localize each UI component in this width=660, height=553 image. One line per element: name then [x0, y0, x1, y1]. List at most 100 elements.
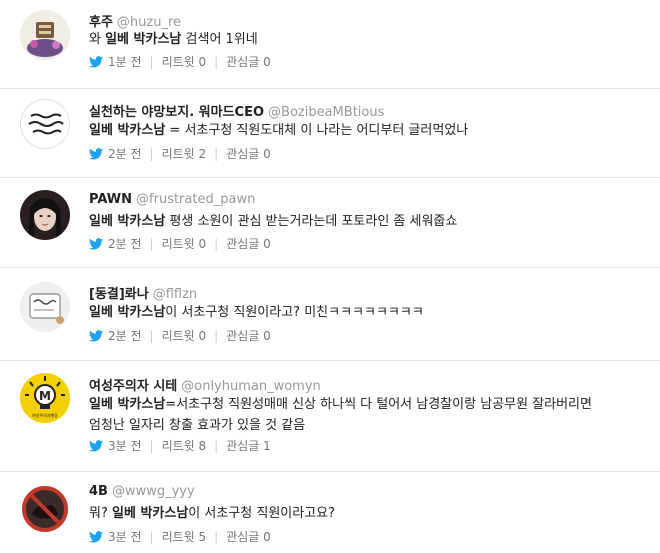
separator: | — [149, 236, 154, 251]
tweet-text: 일베 박카스남이 서초구청 직원이라고? 미친ㅋㅋㅋㅋㅋㅋㅋㅋ — [89, 302, 649, 323]
author-handle[interactable]: @wwwg_yyy — [112, 484, 195, 499]
tweet-item[interactable]: M 여성주의자행동 여성주의자 시테 @onlyhuman_womyn 일베 박카… — [0, 361, 660, 471]
favorite-count[interactable]: 관심글 0 — [226, 327, 271, 344]
tweet-item[interactable]: 실천하는 야망보지. 워마드CEO @BozibeaMBtious 일베 박카스남… — [0, 89, 660, 177]
tweet-meta: 3분 전 | 리트윗 8 | 관심글 1 — [89, 437, 271, 454]
tweet-text-pre: 와 — [89, 32, 106, 47]
separator: | — [214, 146, 219, 161]
avatar-caption: 여성주의자행동 — [32, 412, 58, 418]
tweet-meta: 2분 전 | 리트윗 2 | 관심글 0 — [89, 145, 271, 162]
avatar-image — [20, 190, 70, 240]
tweet-text: 일베 박카스남 = 서초구청 직원도대체 이 나라는 어디부터 글러먹었나 — [89, 120, 649, 141]
tweet-text-post: 이 서초구청 직원이라고? 미친ㅋㅋㅋㅋㅋㅋㅋㅋ — [165, 305, 424, 320]
author-handle[interactable]: @frustrated_pawn — [136, 192, 255, 207]
author-handle[interactable]: @BozibeaMBtious — [268, 105, 384, 120]
tweet-meta: 3분 전 | 리트윗 5 | 관심글 0 — [89, 528, 271, 545]
timestamp[interactable]: 3분 전 — [108, 528, 142, 545]
separator: | — [214, 236, 219, 251]
avatar[interactable] — [20, 282, 70, 332]
twitter-bird-icon — [89, 329, 103, 342]
tweet-header: 후주 @huzu_re — [89, 11, 181, 30]
author-name[interactable]: 실천하는 야망보지. 워마드CEO — [89, 105, 264, 120]
author-name[interactable]: [동결]롸나 — [89, 287, 149, 302]
tweet-header: [동결]롸나 @flflzn — [89, 283, 197, 302]
tweet-item[interactable]: [동결]롸나 @flflzn 일베 박카스남이 서초구청 직원이라고? 미친ㅋㅋㅋ… — [0, 268, 660, 360]
twitter-bird-icon — [89, 439, 103, 452]
avatar[interactable] — [20, 99, 70, 149]
separator: | — [149, 54, 154, 69]
tweet-text-post: 검색어 1위네 — [181, 32, 258, 47]
separator: | — [149, 328, 154, 343]
search-keyword: 일베 박카스남 — [89, 123, 166, 138]
tweet-feed: 후주 @huzu_re 와 일베 박카스남 검색어 1위네 1분 전 | 리트윗 … — [0, 0, 660, 553]
tweet-text: 와 일베 박카스남 검색어 1위네 — [89, 29, 649, 50]
twitter-bird-icon — [89, 55, 103, 68]
separator: | — [149, 438, 154, 453]
tweet-text-post: =서초구청 직원성매매 신상 하나씩 다 털어서 남경찰이랑 남공무원 잘라버리… — [165, 397, 592, 412]
search-keyword: 일베 박카스남 — [89, 305, 166, 320]
separator: | — [149, 529, 154, 544]
avatar-image: M 여성주의자행동 — [20, 373, 70, 423]
timestamp[interactable]: 2분 전 — [108, 327, 142, 344]
separator: | — [214, 328, 219, 343]
author-handle[interactable]: @onlyhuman_womyn — [181, 379, 321, 394]
tweet-text-pre: 뭐? — [89, 506, 112, 521]
separator: | — [214, 529, 219, 544]
timestamp[interactable]: 1분 전 — [108, 53, 142, 70]
author-name[interactable]: PAWN — [89, 192, 132, 207]
retweet-count[interactable]: 리트윗 5 — [162, 528, 207, 545]
author-name[interactable]: 후주 — [89, 15, 113, 30]
retweet-count[interactable]: 리트윗 0 — [162, 53, 207, 70]
search-keyword: 일베 박카스남 — [89, 397, 166, 412]
tweet-meta: 2분 전 | 리트윗 0 | 관심글 0 — [89, 235, 271, 252]
avatar[interactable] — [20, 190, 70, 240]
tweet-header: PAWN @frustrated_pawn — [89, 192, 255, 207]
avatar-image — [20, 484, 70, 534]
timestamp[interactable]: 3분 전 — [108, 437, 142, 454]
author-handle[interactable]: @flflzn — [153, 287, 197, 302]
twitter-bird-icon — [89, 147, 103, 160]
tweet-text: 일베 박카스남 평생 소원이 관심 받는거라는데 포토라인 좀 세워줍쇼 — [89, 211, 649, 232]
tweet-text-post: 평생 소원이 관심 받는거라는데 포토라인 좀 세워줍쇼 — [165, 214, 458, 229]
tweet-header: 실천하는 야망보지. 워마드CEO @BozibeaMBtious — [89, 101, 384, 120]
svg-text:M: M — [39, 389, 51, 403]
favorite-count[interactable]: 관심글 0 — [226, 528, 271, 545]
author-name[interactable]: 여성주의자 시테 — [89, 379, 177, 394]
favorite-count[interactable]: 관심글 0 — [226, 53, 271, 70]
search-keyword: 일베 박카스남 — [89, 214, 166, 229]
tweet-text-post: 이 서초구청 직원이라고요? — [188, 506, 336, 521]
favorite-count[interactable]: 관심글 0 — [226, 145, 271, 162]
search-keyword: 일베 박카스남 — [105, 32, 182, 47]
retweet-count[interactable]: 리트윗 0 — [162, 327, 207, 344]
twitter-bird-icon — [89, 530, 103, 543]
avatar-image — [20, 282, 70, 332]
tweet-header: 4B @wwwg_yyy — [89, 484, 195, 499]
tweet-item[interactable]: PAWN @frustrated_pawn 일베 박카스남 평생 소원이 관심 받… — [0, 178, 660, 267]
tweet-text-line2: 엄청난 일자리 창출 효과가 있을 것 같음 — [89, 418, 306, 433]
tweet-header: 여성주의자 시테 @onlyhuman_womyn — [89, 375, 321, 394]
retweet-count[interactable]: 리트윗 0 — [162, 235, 207, 252]
tweet-text: 일베 박카스남=서초구청 직원성매매 신상 하나씩 다 털어서 남경찰이랑 남공… — [89, 394, 649, 436]
avatar[interactable] — [20, 484, 70, 534]
avatar[interactable]: M 여성주의자행동 — [20, 373, 70, 423]
favorite-count[interactable]: 관심글 0 — [226, 235, 271, 252]
tweet-meta: 1분 전 | 리트윗 0 | 관심글 0 — [89, 53, 271, 70]
separator: | — [214, 54, 219, 69]
tweet-item[interactable]: 4B @wwwg_yyy 뭐? 일베 박카스남이 서초구청 직원이라고요? 3분 … — [0, 472, 660, 553]
avatar[interactable] — [20, 10, 70, 60]
separator: | — [149, 146, 154, 161]
tweet-meta: 2분 전 | 리트윗 0 | 관심글 0 — [89, 327, 271, 344]
timestamp[interactable]: 2분 전 — [108, 235, 142, 252]
retweet-count[interactable]: 리트윗 8 — [162, 437, 207, 454]
author-handle[interactable]: @huzu_re — [117, 15, 181, 30]
twitter-bird-icon — [89, 237, 103, 250]
avatar-image — [20, 10, 70, 60]
author-name[interactable]: 4B — [89, 484, 108, 499]
tweet-item[interactable]: 후주 @huzu_re 와 일베 박카스남 검색어 1위네 1분 전 | 리트윗 … — [0, 0, 660, 88]
tweet-text: 뭐? 일베 박카스남이 서초구청 직원이라고요? — [89, 503, 649, 524]
separator: | — [214, 438, 219, 453]
favorite-count[interactable]: 관심글 1 — [226, 437, 271, 454]
retweet-count[interactable]: 리트윗 2 — [162, 145, 207, 162]
tweet-text-post: = 서초구청 직원도대체 이 나라는 어디부터 글러먹었나 — [165, 123, 469, 138]
timestamp[interactable]: 2분 전 — [108, 145, 142, 162]
